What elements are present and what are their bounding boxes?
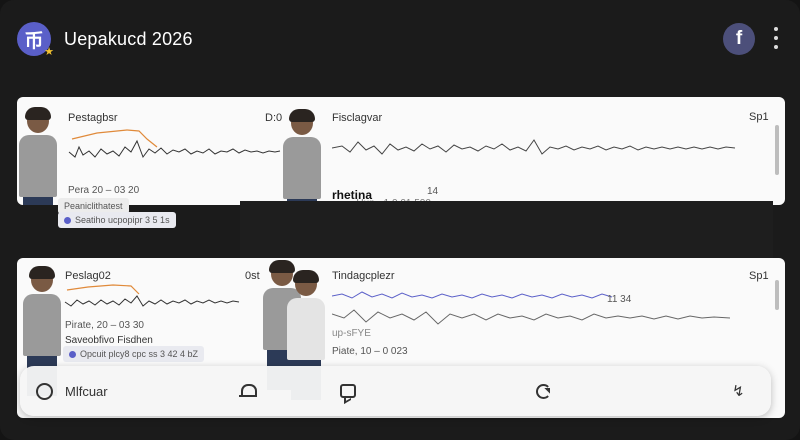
divider-band [240, 201, 773, 259]
sparkline-chart [332, 291, 731, 325]
bell-icon [239, 383, 257, 399]
list-item-label: Seatiho ucpopipr 3 5 1s [75, 215, 170, 225]
card-badge: D:0 [265, 112, 283, 124]
scrollbar[interactable] [775, 125, 779, 175]
scrollbar[interactable] [775, 280, 779, 310]
card-title: Peslag02 [65, 270, 111, 282]
content-panel-top: Pestagbsr D:0 Pera 20 – 03 20 Fisclagvar… [17, 97, 785, 205]
card-badge: 0st [245, 270, 260, 282]
list-item[interactable]: Seatiho ucpopipr 3 5 1s [58, 212, 176, 228]
star-badge-icon: ★ [44, 45, 54, 58]
card-corner-label: Sp1 [749, 111, 769, 123]
more-options-button[interactable] [768, 27, 784, 49]
app-logo[interactable]: 币 ★ [17, 22, 54, 58]
nav-messages-button[interactable] [340, 366, 356, 416]
card-corner-label: Sp1 [749, 270, 769, 282]
page-title: Uepakucd 2026 [64, 29, 193, 49]
list-item[interactable]: Opcuit plcy8 cpc ss 3 42 4 bZ [63, 346, 205, 362]
app-logo-glyph: 币 [24, 29, 44, 52]
facebook-icon: f [735, 28, 743, 49]
nav-notifications-button[interactable] [239, 366, 257, 416]
more-dot-icon [774, 36, 778, 40]
location-pin-icon: ↯ [732, 382, 745, 400]
card-title: Pestagbsr [68, 112, 118, 124]
card-meta: Piate, 10 – 0 023 [332, 346, 408, 357]
app-header: 币 ★ Uepakucd 2026 f [0, 0, 800, 80]
more-dot-icon [774, 45, 778, 49]
card-subtitle: Peaniclithatest [64, 201, 123, 211]
chat-icon [340, 384, 356, 398]
card-meta: Pirate, 20 – 03 30 [65, 320, 144, 331]
person-avatar [283, 109, 321, 205]
card-title: Fisclagvar [332, 112, 383, 124]
list-item-label: Opcuit plcy8 cpc ss 3 42 4 bZ [80, 349, 199, 359]
card-meta: Pera 20 – 03 20 [68, 185, 140, 196]
app-window: 币 ★ Uepakucd 2026 f Pestagbsr D:0 Pera 2… [0, 0, 800, 440]
bottom-nav-bar: Mlfcuar ↯ [20, 366, 771, 416]
card-label: up-sFYE [332, 328, 371, 339]
sync-icon [536, 383, 551, 399]
nav-home-button[interactable]: Mlfcuar [36, 366, 108, 416]
nav-sync-button[interactable] [536, 366, 551, 416]
sparkline-chart [64, 284, 240, 307]
person-avatar [19, 107, 57, 205]
circle-icon [36, 382, 53, 400]
nav-location-button[interactable]: ↯ [732, 366, 745, 416]
more-dot-icon [774, 27, 778, 31]
nav-home-label: Mlfcuar [65, 383, 108, 399]
sparkline-chart [332, 139, 736, 155]
status-dot-icon [69, 351, 76, 359]
status-dot-icon [64, 217, 71, 225]
card-subtitle: Saveobfivo Fisdhen [65, 335, 153, 346]
card-title: Tindagcplezr [332, 270, 395, 282]
facebook-button[interactable]: f [723, 23, 755, 55]
card-number: 14 [427, 186, 439, 197]
sparkline-chart [68, 129, 281, 159]
card-value: 11 34 [607, 294, 632, 305]
